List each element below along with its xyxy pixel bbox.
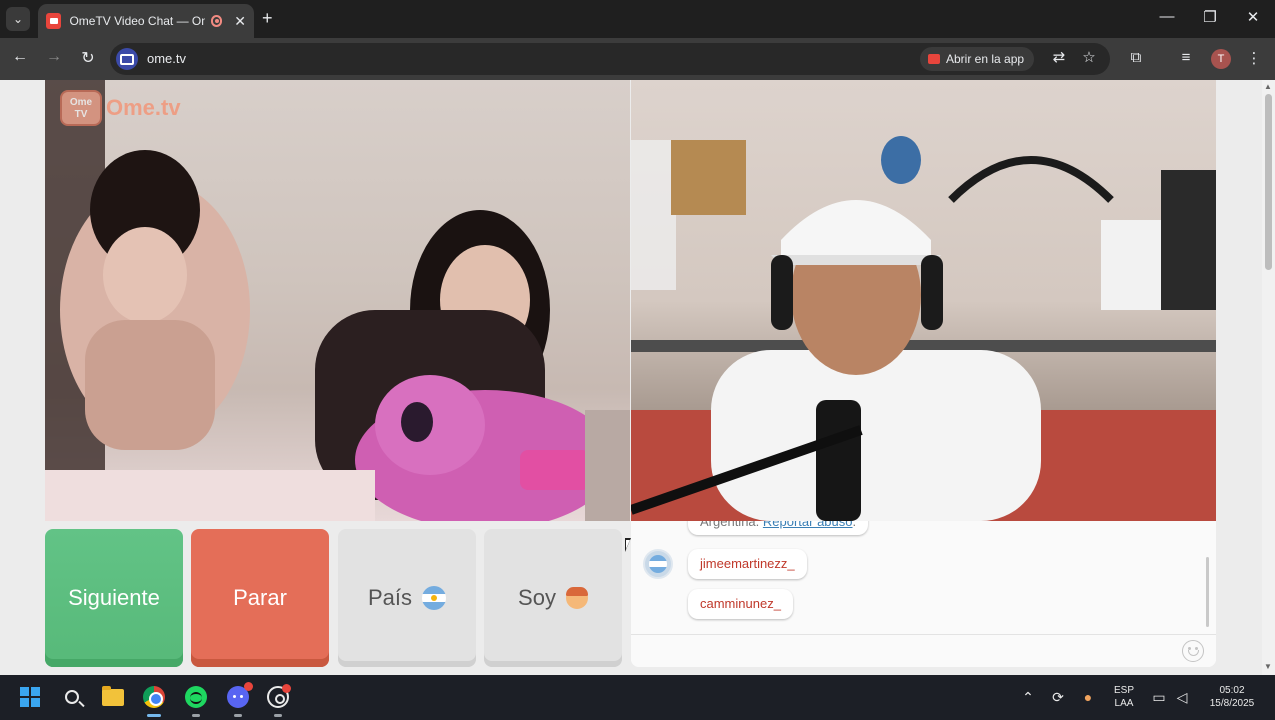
- clock-date: 15/8/2025: [1209, 698, 1255, 709]
- discord-taskbar-button[interactable]: [226, 682, 253, 717]
- scroll-up-icon[interactable]: ▲: [1264, 82, 1272, 91]
- star-icon[interactable]: ☆: [1079, 48, 1099, 66]
- chat-scrollbar[interactable]: [1206, 557, 1209, 627]
- argentina-flag-icon: [422, 586, 447, 610]
- scrollbar-thumb[interactable]: [1265, 94, 1272, 270]
- restore-button[interactable]: ❐: [1195, 8, 1225, 26]
- chat-message-user: jimeemartinezz_: [700, 556, 795, 571]
- notification-badge: [244, 682, 253, 691]
- start-button[interactable]: [18, 685, 42, 709]
- next-label: Siguiente: [68, 585, 160, 610]
- url-text: ome.tv: [147, 51, 187, 66]
- recording-badge: [282, 684, 291, 693]
- microphone-icon[interactable]: ●: [1079, 689, 1097, 705]
- stop-button[interactable]: Parar: [191, 529, 329, 667]
- browser-tab-strip: ⌄ OmeTV Video Chat — Ome ✕ + — ❐ ✕: [0, 0, 1275, 38]
- boy-emoji-icon: [565, 587, 588, 609]
- volume-icon[interactable]: ◁: [1173, 689, 1191, 706]
- forward-button[interactable]: →: [43, 48, 65, 66]
- emoji-icon[interactable]: [1182, 640, 1204, 662]
- local-video: Ome TV Ome.tv: [45, 80, 630, 521]
- local-video-scene: [45, 80, 630, 521]
- running-indicator: [147, 714, 161, 717]
- mouse-cursor-icon: [625, 538, 631, 552]
- obs-icon: [267, 684, 291, 708]
- language-code: ESP: [1113, 685, 1134, 696]
- folder-icon: [102, 685, 124, 706]
- tab-title: OmeTV Video Chat — Ome: [69, 14, 205, 28]
- chat-system-message: Argentina. Reportar abuso.: [688, 521, 869, 535]
- recording-indicator-icon: [210, 15, 223, 27]
- obs-taskbar-button[interactable]: [266, 684, 291, 717]
- sync-icon[interactable]: ⟳: [1049, 689, 1067, 706]
- partner-flag-avatar: [643, 549, 673, 579]
- chat-message-user: camminunez_: [700, 596, 781, 611]
- spotify-icon: [185, 686, 207, 708]
- ometv-logo: Ome TV Ome.tv: [60, 90, 181, 126]
- search-icon: [65, 690, 79, 704]
- site-info-icon[interactable]: [116, 48, 138, 70]
- keyboard-layout: LAA: [1114, 698, 1134, 709]
- new-tab-button[interactable]: +: [262, 8, 273, 29]
- network-icon[interactable]: ▭: [1150, 689, 1168, 706]
- tv-logo-icon: Ome TV: [60, 90, 102, 126]
- address-bar[interactable]: ome.tv Abrir en la app ⇄ ☆: [110, 43, 1110, 75]
- tab-ometv[interactable]: OmeTV Video Chat — Ome ✕: [38, 4, 254, 38]
- spotify-taskbar-button[interactable]: [184, 685, 208, 717]
- next-button[interactable]: Siguiente: [45, 529, 183, 667]
- chevron-up-icon[interactable]: ⌃: [1019, 689, 1037, 706]
- running-indicator: [234, 714, 242, 717]
- report-abuse-link[interactable]: Reportar abuso: [763, 521, 853, 529]
- open-in-app-button[interactable]: Abrir en la app: [920, 47, 1035, 71]
- remote-video-scene: [631, 136, 1216, 521]
- gender-label: Soy: [518, 585, 556, 610]
- chat-panel: Argentina. Reportar abuso. jimeemartinez…: [631, 521, 1216, 667]
- chat-message: jimeemartinezz_: [688, 549, 807, 579]
- chrome-taskbar-button[interactable]: [142, 685, 166, 717]
- chat-message: camminunez_: [688, 589, 793, 619]
- browser-toolbar: ← → ↻ ome.tv Abrir en la app ⇄ ☆ ⧉ ≡ T ⋮: [0, 38, 1275, 80]
- remote-video: [631, 80, 1216, 521]
- ometv-favicon-icon: [46, 13, 62, 29]
- country-label: País: [367, 585, 413, 610]
- chrome-icon: [143, 686, 165, 708]
- input-language[interactable]: ESP LAA: [1108, 684, 1140, 710]
- chevron-down-icon: ⌄: [12, 12, 24, 26]
- system-message-text: Argentina.: [700, 521, 760, 529]
- clock[interactable]: 05:02 15/8/2025: [1199, 684, 1265, 710]
- windows-logo-icon: [20, 687, 40, 707]
- file-explorer-button[interactable]: [101, 685, 125, 709]
- close-window-button[interactable]: ✕: [1238, 8, 1268, 26]
- reload-button[interactable]: ↻: [77, 48, 99, 68]
- tab-search-button[interactable]: ⌄: [6, 7, 30, 31]
- page-scrollbar[interactable]: ▲ ▼: [1262, 80, 1275, 675]
- scroll-down-icon[interactable]: ▼: [1264, 662, 1272, 671]
- clock-time: 05:02: [1219, 685, 1245, 696]
- media-controls-icon[interactable]: ≡: [1176, 49, 1196, 66]
- profile-avatar[interactable]: T: [1211, 49, 1231, 69]
- gender-filter-button[interactable]: Soy: [484, 529, 622, 667]
- logo-text: Ome.tv: [106, 95, 181, 120]
- discord-icon: [227, 682, 253, 708]
- search-button[interactable]: [60, 685, 84, 709]
- back-button[interactable]: ←: [9, 48, 31, 66]
- kebab-menu-icon[interactable]: ⋮: [1244, 49, 1264, 67]
- chat-input[interactable]: [631, 634, 1216, 667]
- puzzle-icon[interactable]: ⧉: [1126, 49, 1146, 66]
- logo-badge-line2: TV: [74, 109, 88, 120]
- logo-badge-line1: Ome: [69, 97, 93, 108]
- country-filter-button[interactable]: País: [338, 529, 476, 667]
- page-content: Ome TV Ome.tv Siguiente Parar País Soy A…: [0, 80, 1262, 675]
- running-indicator: [274, 714, 282, 717]
- running-indicator: [192, 714, 200, 717]
- system-message-suffix: .: [852, 521, 857, 529]
- close-tab-button[interactable]: ✕: [234, 13, 246, 30]
- stop-label: Parar: [233, 585, 287, 610]
- minimize-button[interactable]: —: [1152, 8, 1182, 25]
- translate-icon[interactable]: ⇄: [1049, 48, 1069, 66]
- windows-taskbar: ⌃ ⟳ ● ESP LAA ▭ ◁ 05:02 15/8/2025: [0, 675, 1275, 720]
